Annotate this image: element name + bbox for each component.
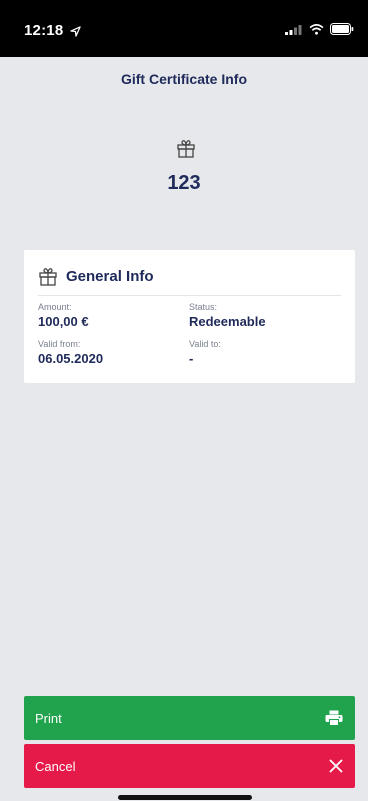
gift-icon (39, 268, 57, 286)
print-button[interactable]: Print (24, 696, 355, 740)
location-arrow-icon (70, 25, 81, 37)
status-bar: 12:18 (0, 0, 368, 57)
status-time: 12:18 (24, 22, 81, 39)
battery-icon (330, 23, 354, 35)
close-icon (329, 759, 343, 773)
wifi-icon (309, 23, 324, 35)
certificate-number: 123 (167, 172, 201, 194)
amount-label: Amount: (38, 302, 72, 312)
amount-value: 100,00 € (38, 314, 89, 329)
cancel-button-label: Cancel (35, 758, 76, 774)
valid-to-label: Valid to: (189, 339, 221, 349)
card-title: General Info (66, 268, 154, 285)
page-title: Gift Certificate Info (120, 71, 247, 87)
signal-icon (285, 24, 302, 35)
valid-from-value: 06.05.2020 (38, 351, 104, 366)
print-button-label: Print (35, 710, 62, 726)
general-info-card: General Info Amount: 100,00 € Status: Re… (24, 250, 355, 383)
valid-to-value: - (189, 351, 194, 366)
printer-icon (325, 710, 343, 726)
cancel-button[interactable]: Cancel (24, 744, 355, 788)
time-text: 12:18 (24, 22, 64, 39)
gift-icon (177, 140, 195, 158)
status-indicators (285, 23, 354, 35)
status-label: Status: (189, 302, 218, 312)
status-value: Redeemable (189, 314, 266, 329)
card-header: General Info (38, 266, 341, 296)
valid-from-label: Valid from: (38, 339, 81, 349)
home-indicator[interactable] (118, 795, 252, 800)
